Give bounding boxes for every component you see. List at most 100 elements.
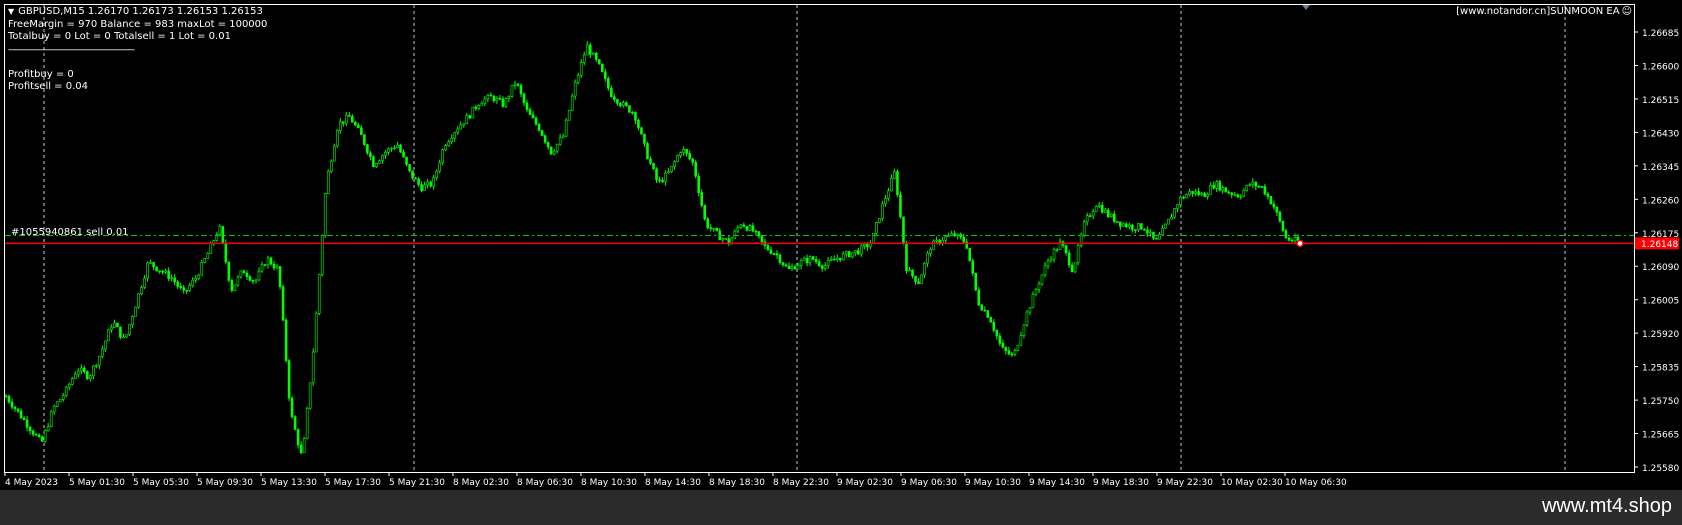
candle-body[interactable] — [570, 95, 574, 111]
candle-body[interactable] — [893, 171, 896, 179]
candle-body[interactable] — [459, 124, 463, 130]
candle-body[interactable] — [799, 260, 803, 266]
candle-body[interactable] — [1131, 224, 1134, 230]
candle-body[interactable] — [597, 59, 601, 65]
candle-body[interactable] — [962, 236, 966, 243]
candle-body[interactable] — [137, 293, 140, 308]
candle-body[interactable] — [1073, 262, 1077, 273]
candle-body[interactable] — [22, 417, 26, 421]
candle-body[interactable] — [772, 253, 776, 255]
candle-body[interactable] — [622, 102, 625, 106]
candle-body[interactable] — [594, 52, 598, 60]
candle-body[interactable] — [366, 144, 369, 154]
candle-body[interactable] — [908, 269, 911, 272]
candle-body[interactable] — [155, 266, 158, 272]
candle-body[interactable] — [1230, 192, 1234, 195]
candle-body[interactable] — [911, 269, 914, 277]
candle-body[interactable] — [1254, 181, 1258, 187]
candle-body[interactable] — [1167, 218, 1170, 225]
candle-body[interactable] — [588, 44, 592, 55]
candle-body[interactable] — [507, 96, 511, 99]
candle-body[interactable] — [673, 161, 676, 167]
candle-body[interactable] — [986, 310, 990, 318]
candle-body[interactable] — [251, 280, 255, 282]
candle-body[interactable] — [167, 270, 170, 279]
candle-body[interactable] — [522, 93, 526, 104]
candle-body[interactable] — [1040, 274, 1044, 285]
candle-body[interactable] — [585, 44, 589, 56]
candle-body[interactable] — [736, 227, 740, 232]
candle-body[interactable] — [558, 137, 562, 145]
candle-body[interactable] — [1263, 186, 1267, 195]
candle-body[interactable] — [49, 411, 53, 427]
candle-body[interactable] — [715, 227, 719, 232]
candle-body[interactable] — [760, 235, 764, 243]
candle-body[interactable] — [408, 164, 411, 171]
candle-body[interactable] — [1037, 283, 1041, 290]
candle-body[interactable] — [128, 324, 131, 335]
candle-body[interactable] — [1212, 185, 1215, 189]
candle-body[interactable] — [447, 141, 451, 146]
candle-body[interactable] — [1233, 194, 1237, 196]
candle-body[interactable] — [808, 256, 812, 264]
candle-body[interactable] — [19, 410, 23, 419]
candle-body[interactable] — [16, 408, 20, 412]
candle-body[interactable] — [197, 274, 201, 279]
candle-body[interactable] — [468, 115, 472, 119]
candle-body[interactable] — [378, 160, 381, 164]
candle-body[interactable] — [107, 329, 110, 342]
candle-body[interactable] — [302, 438, 306, 453]
candle-body[interactable] — [1260, 186, 1264, 188]
candle-body[interactable] — [1046, 260, 1050, 267]
candle-body[interactable] — [173, 277, 176, 283]
candle-body[interactable] — [835, 257, 839, 260]
candle-body[interactable] — [104, 340, 107, 350]
candle-body[interactable] — [272, 263, 276, 269]
candle-body[interactable] — [1287, 237, 1291, 241]
candle-body[interactable] — [179, 285, 182, 288]
candle-body[interactable] — [1052, 249, 1056, 260]
candle-body[interactable] — [314, 313, 318, 353]
collapse-triangle-icon[interactable]: ▼ — [8, 6, 14, 19]
candle-body[interactable] — [643, 133, 646, 144]
candle-body[interactable] — [525, 102, 529, 110]
candle-body[interactable] — [1140, 223, 1143, 230]
candle-body[interactable] — [1149, 231, 1152, 234]
candle-body[interactable] — [489, 94, 493, 97]
candle-body[interactable] — [655, 168, 658, 181]
candle-body[interactable] — [429, 181, 432, 187]
candle-body[interactable] — [248, 276, 252, 281]
candle-body[interactable] — [1097, 204, 1101, 207]
candle-body[interactable] — [176, 281, 179, 287]
candle-body[interactable] — [504, 98, 508, 107]
candle-body[interactable] — [905, 242, 908, 271]
candle-body[interactable] — [438, 162, 441, 172]
candle-body[interactable] — [748, 225, 752, 231]
candle-body[interactable] — [200, 262, 204, 276]
candle-body[interactable] — [811, 256, 815, 260]
candle-body[interactable] — [275, 266, 279, 269]
candle-body[interactable] — [37, 434, 41, 438]
candle-body[interactable] — [691, 158, 694, 163]
candle-body[interactable] — [266, 257, 270, 266]
candle-body[interactable] — [1001, 343, 1005, 348]
symbol-header[interactable]: ▼ GBPUSD,M15 1.26170 1.26173 1.26153 1.2… — [8, 6, 267, 19]
candle-body[interactable] — [182, 287, 185, 291]
candle-body[interactable] — [923, 262, 926, 276]
candle-body[interactable] — [7, 395, 11, 403]
candle-body[interactable] — [498, 98, 502, 100]
candle-body[interactable] — [501, 98, 505, 107]
candle-body[interactable] — [335, 130, 339, 147]
candle-body[interactable] — [158, 270, 161, 273]
candle-body[interactable] — [1275, 206, 1279, 213]
candle-body[interactable] — [345, 115, 348, 124]
candle-body[interactable] — [254, 279, 258, 282]
candle-body[interactable] — [245, 272, 249, 277]
candle-body[interactable] — [236, 276, 240, 286]
candle-body[interactable] — [751, 225, 755, 232]
candle-body[interactable] — [1206, 193, 1209, 197]
candle-body[interactable] — [257, 270, 261, 281]
candle-body[interactable] — [1100, 204, 1104, 213]
candle-body[interactable] — [998, 335, 1002, 344]
candle-body[interactable] — [46, 426, 50, 432]
